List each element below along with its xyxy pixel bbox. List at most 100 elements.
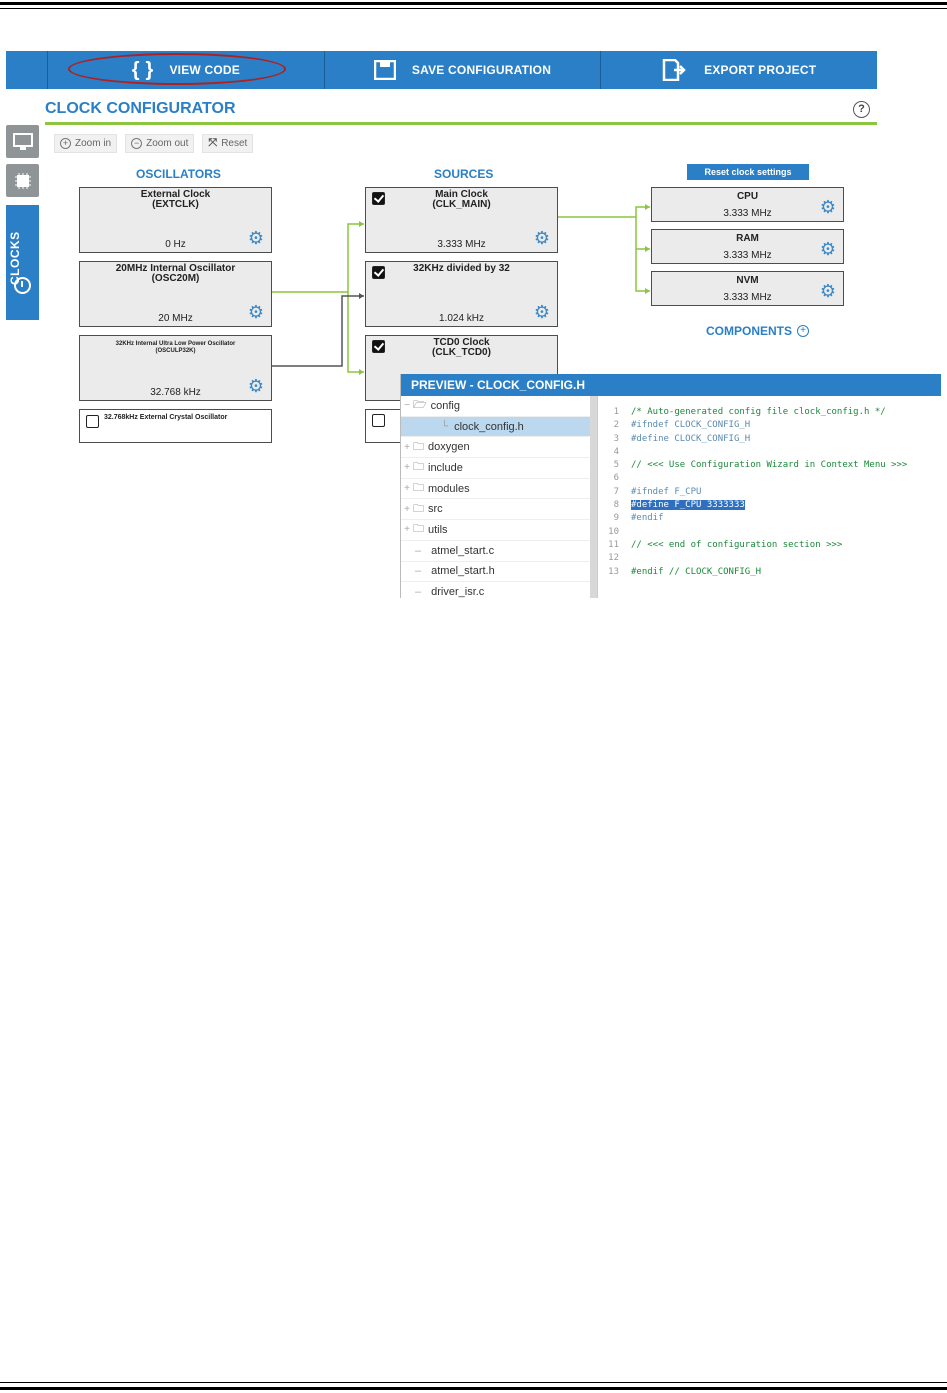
source-title: 32KHz divided by 32 [413, 263, 510, 274]
oscillator-osc20m[interactable]: 20MHz Internal Oscillator (OSC20M) 20 MH… [79, 261, 272, 327]
source-32khz-div32[interactable]: 32KHz divided by 32 1.024 kHz ⚙ [365, 261, 558, 327]
code-line: // <<< end of configuration section >>> [631, 539, 843, 550]
oscillator-value: 32.768 kHz [150, 387, 201, 398]
source-clk-main[interactable]: Main Clock (CLK_MAIN) 3.333 MHz ⚙ [365, 187, 558, 253]
tree-expander[interactable]: + [401, 462, 413, 473]
folder-icon: 🗀 [413, 461, 424, 474]
output-value: 3.333 MHz [723, 208, 772, 219]
output-cpu[interactable]: CPU 3.333 MHz ⚙ [651, 187, 844, 222]
tree-expander[interactable]: + [401, 504, 413, 515]
plus-circle-icon: + [797, 325, 810, 337]
line-number: 12 [608, 553, 619, 564]
gear-icon[interactable]: ⚙ [248, 303, 264, 321]
source-extra [365, 409, 405, 443]
oscillator-title: External Clock (EXTCLK) [140, 189, 211, 210]
tree-item-driver-isr-c[interactable]: – driver_isr.c [401, 582, 597, 598]
preview-title: PREVIEW - CLOCK_CONFIG.H [401, 374, 941, 396]
code-line: #endif // CLOCK_CONFIG_H [631, 566, 762, 577]
code-line: #ifndef F_CPU [631, 486, 702, 497]
line-number: 5 [613, 460, 619, 471]
source-value: 1.024 kHz [438, 313, 485, 324]
output-title: CPU [736, 191, 759, 202]
gear-icon[interactable]: ⚙ [248, 229, 264, 247]
code-line: /* Auto-generated config file clock_conf… [631, 407, 886, 417]
sources-heading: SOURCES [434, 167, 494, 181]
tree-item-modules[interactable]: + 🗀 modules [401, 479, 597, 500]
gear-icon[interactable]: ⚙ [534, 303, 550, 321]
line-number: 8 [613, 500, 619, 511]
tree-item-label: driver_isr.c [431, 586, 485, 598]
folder-open-icon: 🗁 [413, 399, 427, 412]
code-line: #ifndef CLOCK_CONFIG_H [631, 420, 751, 431]
output-ram[interactable]: RAM 3.333 MHz ⚙ [651, 229, 844, 264]
tree-item-label: config [430, 399, 460, 412]
tree-item-config[interactable]: − 🗁 config [401, 396, 597, 417]
folder-icon: 🗀 [413, 482, 424, 495]
line-number: 2 [613, 420, 619, 431]
tree-item-atmel-start-h[interactable]: – atmel_start.h [401, 562, 597, 583]
tree-item-clock-config-h[interactable]: └ clock_config.h [401, 416, 597, 438]
output-title: RAM [736, 233, 759, 244]
tree-item-label: atmel_start.c [431, 544, 495, 557]
tree-scrollbar[interactable] [590, 396, 597, 598]
line-number: 13 [608, 566, 619, 577]
oscillator-value: 20 MHz [158, 313, 193, 324]
tree-expander[interactable]: − [401, 400, 413, 411]
code-line: #define CLOCK_CONFIG_H [631, 433, 751, 444]
tree-item-label: modules [428, 482, 470, 495]
crystal-oscillator-checkbox[interactable] [86, 415, 99, 428]
oscillator-extclk[interactable]: External Clock (EXTCLK) 0 Hz ⚙ [79, 187, 272, 253]
bottom-rule-thick [0, 1387, 947, 1390]
tree-connector: └ [441, 421, 449, 433]
tree-item-doxygen[interactable]: + 🗀 doxygen [401, 437, 597, 459]
tree-expander[interactable]: + [401, 524, 413, 535]
line-numbers: 1 2 3 4 5 6 7 8 9 10 11 12 13 [599, 406, 627, 579]
reset-clock-settings-button[interactable]: Reset clock settings [687, 164, 809, 180]
folder-icon: 🗀 [413, 440, 424, 453]
line-number: 6 [613, 473, 619, 484]
folder-icon: 🗀 [413, 502, 424, 515]
source-extra-checkbox[interactable] [372, 414, 385, 427]
output-title: NVM [736, 275, 759, 286]
gear-icon[interactable]: ⚙ [534, 229, 550, 247]
preview-panel: PREVIEW - CLOCK_CONFIG.H − 🗁 config └ clock… [400, 374, 941, 598]
tree-expander[interactable]: + [401, 442, 413, 453]
line-number: 9 [613, 513, 619, 524]
output-nvm[interactable]: NVM 3.333 MHz ⚙ [651, 271, 844, 306]
code-line-highlighted: #define F_CPU 3333333 [631, 499, 907, 512]
tree-item-atmel-start-c[interactable]: – atmel_start.c [401, 541, 597, 562]
tree-item-label: clock_config.h [454, 420, 524, 433]
line-number: 1 [613, 407, 619, 417]
tree-connector: – [415, 565, 422, 578]
gear-icon[interactable]: ⚙ [820, 282, 836, 300]
oscillator-osculp32k[interactable]: 32KHz Internal Ultra Low Power Oscillato… [79, 335, 272, 401]
components-button[interactable]: COMPONENTS + [706, 324, 810, 338]
file-tree: − 🗁 config └ clock_config.h + 🗀 doxygen + 🗀 inc… [401, 396, 598, 598]
code-lines: /* Auto-generated config file clock_conf… [631, 406, 907, 579]
gear-icon[interactable]: ⚙ [820, 240, 836, 258]
oscillators-heading: OSCILLATORS [136, 167, 221, 181]
selected-code-text: #define F_CPU 3333333 [631, 500, 745, 511]
tree-expander[interactable]: + [401, 483, 413, 494]
crystal-oscillator-label: 32.768kHz External Crystal Oscillator [104, 414, 228, 421]
code-editor[interactable]: 1 2 3 4 5 6 7 8 9 10 11 12 13 /* Auto-ge… [599, 396, 941, 598]
tree-item-utils[interactable]: + 🗀 utils [401, 520, 597, 541]
tree-item-label: src [428, 503, 443, 516]
tree-item-label: utils [428, 523, 448, 536]
oscillator-value: 0 Hz [165, 239, 186, 250]
gear-icon[interactable]: ⚙ [248, 377, 264, 395]
line-number: 3 [613, 433, 619, 444]
line-number: 11 [608, 539, 619, 550]
gear-icon[interactable]: ⚙ [820, 198, 836, 216]
tree-item-src[interactable]: + 🗀 src [401, 499, 597, 521]
source-title: Main Clock (CLK_MAIN) [432, 189, 491, 210]
tree-connector: – [415, 544, 422, 557]
line-number: 7 [613, 486, 619, 497]
tree-item-include[interactable]: + 🗀 include [401, 458, 597, 479]
components-label: COMPONENTS [706, 324, 793, 338]
line-number: 4 [613, 446, 619, 457]
